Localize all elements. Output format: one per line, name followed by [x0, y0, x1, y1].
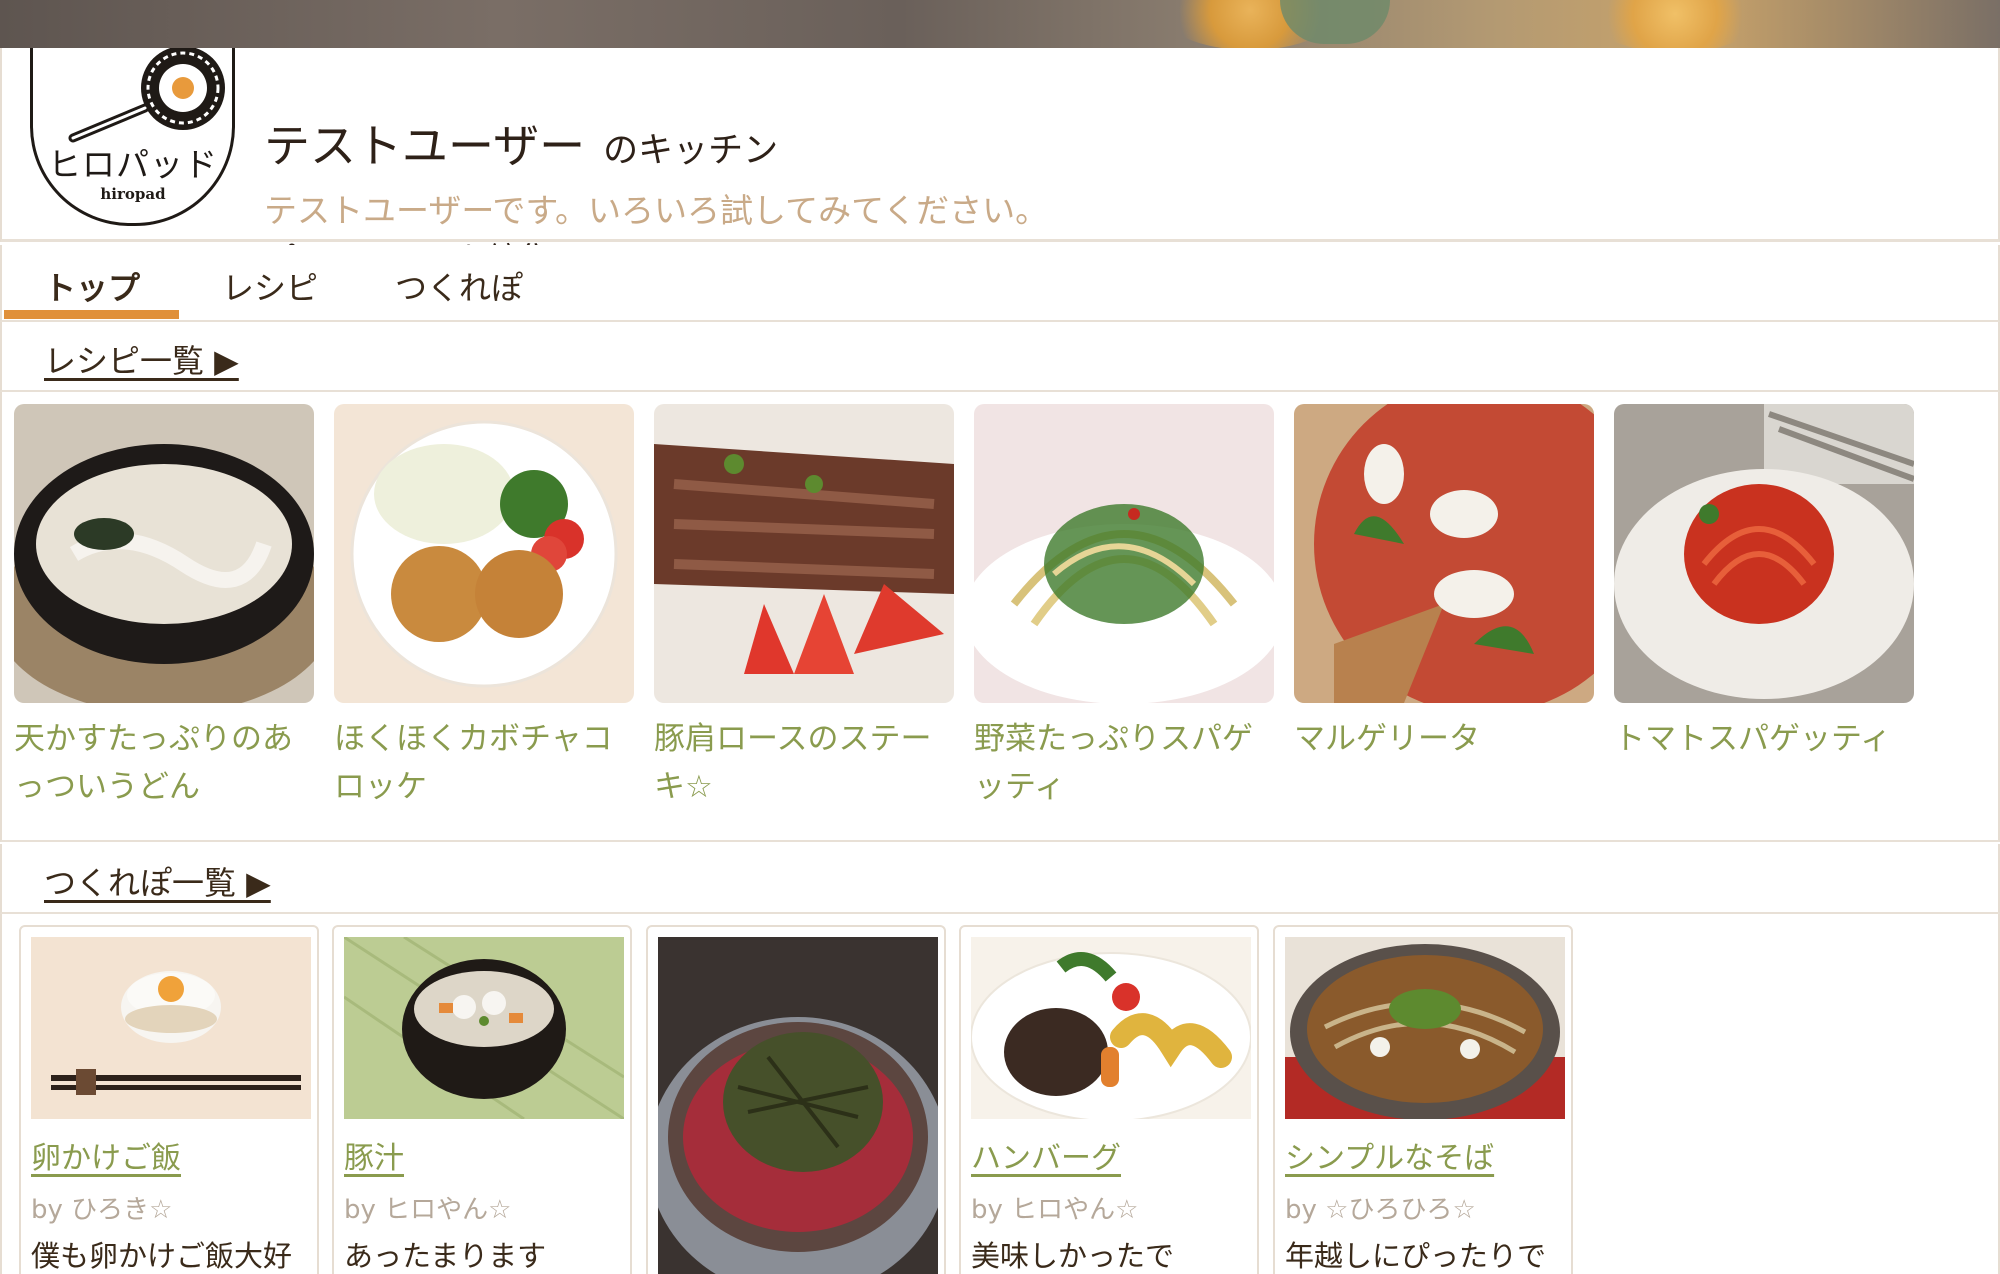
tsukurepo-message: あったまります [344, 1239, 547, 1273]
tsukurepo-recipe-title[interactable]: シンプルなそば [1285, 1133, 1494, 1177]
tsukurepo-card[interactable]: 卵かけご飯 by ひろき☆ 僕も卵かけご飯大好 [19, 925, 319, 1274]
recipe-photo[interactable] [1614, 404, 1914, 703]
recipe-card[interactable]: 野菜たっぷりスパゲッティ [974, 404, 1274, 811]
tsukurepo-card[interactable] [646, 925, 946, 1274]
tab-top[interactable]: トップ [44, 263, 140, 309]
tsukurepo-author: by ☆ひろひろ☆ [1285, 1195, 1476, 1225]
tsukurepo-card[interactable]: 豚汁 by ヒロやん☆ あったまります [332, 925, 632, 1274]
tsukurepo-author: by ひろき☆ [31, 1195, 173, 1225]
tab-recipes[interactable]: レシピ [222, 263, 318, 309]
tsukurepo-message: 僕も卵かけご飯大好 [31, 1239, 293, 1273]
tsukurepo-message: 年越しにぴったりで [1285, 1239, 1547, 1273]
recipe-list-link[interactable]: レシピ一覧 ▶ [44, 336, 239, 382]
recipe-title[interactable]: 豚肩ロースのステーキ☆ [654, 715, 954, 811]
recipe-photo[interactable] [334, 404, 634, 703]
tab-tsukurepo[interactable]: つくれぽ [395, 263, 523, 309]
recipe-title[interactable]: マルゲリータ [1294, 715, 1594, 763]
kitchen-tabs: トップ レシピ つくれぽ [0, 245, 2000, 322]
tsukurepo-card[interactable]: シンプルなそば by ☆ひろひろ☆ 年越しにぴったりで [1273, 925, 1573, 1274]
tsukurepo-section-header: つくれぽ一覧 ▶ [0, 844, 2000, 914]
recipe-title[interactable]: 野菜たっぷりスパゲッティ [974, 715, 1274, 811]
kitchen-profile-header: ヒロパッド hiropad テストユーザー のキッチン テストユーザーです。いろい… [0, 48, 2000, 278]
tsukurepo-recipe-title[interactable]: 豚汁 [344, 1133, 404, 1177]
tsukurepo-card[interactable]: ハンバーグ by ヒロやん☆ 美味しかったで [959, 925, 1259, 1274]
recipe-title[interactable]: トマトスパゲッティ [1614, 715, 1914, 763]
user-name: テストユーザー [264, 119, 586, 173]
recipe-card[interactable]: 天かすたっぷりのあっついうどん [14, 404, 314, 811]
tsukurepo-photo[interactable] [971, 937, 1251, 1119]
recipe-photo[interactable] [654, 404, 954, 703]
kitchen-description: テストユーザーです。いろいろ試してみてください。 [264, 191, 1049, 230]
tsukurepo-photo[interactable] [1285, 937, 1565, 1119]
tsukurepo-recipe-title[interactable]: ハンバーグ [971, 1133, 1121, 1177]
logo-subtext: hiropad [100, 185, 166, 203]
recipe-card[interactable]: ほくほくカボチャコロッケ [334, 404, 634, 811]
active-tab-indicator [4, 310, 179, 319]
recipe-photo[interactable] [974, 404, 1274, 703]
recipe-section-header: レシピ一覧 ▶ [0, 322, 2000, 392]
tsukurepo-author: by ヒロやん☆ [344, 1195, 512, 1225]
recipe-title[interactable]: 天かすたっぷりのあっついうどん [14, 715, 314, 811]
kitchen-title: テストユーザー のキッチン [264, 110, 778, 176]
tsukurepo-photo[interactable] [31, 937, 311, 1119]
tsukurepo-author: by ヒロやん☆ [971, 1195, 1139, 1225]
recipe-photo[interactable] [14, 404, 314, 703]
logo-text: ヒロパッド [48, 145, 218, 184]
tsukurepo-recipe-title[interactable]: 卵かけご飯 [31, 1133, 181, 1177]
recipe-title[interactable]: ほくほくカボチャコロッケ [334, 715, 634, 811]
tsukurepo-photo[interactable] [658, 937, 938, 1274]
recipe-photo[interactable] [1294, 404, 1594, 703]
recipe-card[interactable]: 豚肩ロースのステーキ☆ [654, 404, 954, 811]
recipe-card[interactable]: マルゲリータ [1294, 404, 1594, 763]
tsukurepo-list: 卵かけご飯 by ひろき☆ 僕も卵かけご飯大好 豚汁 by ヒロやん☆ あったま… [0, 914, 2000, 1274]
kitchen-suffix: のキッチン [603, 131, 779, 171]
hiropad-logo[interactable]: ヒロパッド hiropad [30, 48, 235, 226]
header-banner-image [0, 0, 2000, 53]
recipe-list: 天かすたっぷりのあっついうどん ほくほくカボチャコロッケ 豚肩ロースのステーキ☆… [0, 392, 2000, 842]
tsukurepo-photo[interactable] [344, 937, 624, 1119]
recipe-card[interactable]: トマトスパゲッティ [1614, 404, 1914, 763]
tsukurepo-list-link[interactable]: つくれぽ一覧 ▶ [44, 858, 271, 904]
tsukurepo-message: 美味しかったで [971, 1239, 1175, 1273]
